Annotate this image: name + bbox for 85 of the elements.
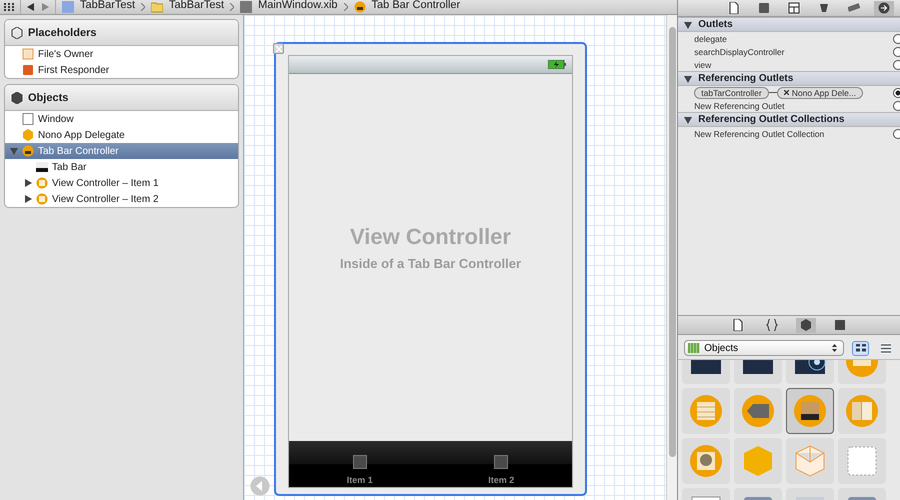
- outline-item[interactable]: Window: [5, 111, 238, 127]
- grid-icon: [856, 344, 866, 352]
- tab-controller-orb-drawing: [793, 394, 828, 428]
- tab-bar-icon: [36, 161, 48, 173]
- identity-icon: [788, 2, 800, 14]
- outline-item[interactable]: Nono App Delegate: [5, 127, 238, 143]
- library-tile[interactable]: [838, 388, 886, 434]
- connection-pill[interactable]: Nono App Dele...: [776, 86, 863, 98]
- outlet-name: New Referencing Outlet: [694, 100, 786, 110]
- library-tile[interactable]: [786, 388, 834, 434]
- view-title: View Controller: [350, 224, 511, 250]
- chevron-icon: [344, 3, 348, 11]
- library-tile[interactable]: [838, 438, 886, 484]
- outlet-name: delegate: [694, 34, 728, 44]
- connection-circle[interactable]: [893, 100, 900, 110]
- section-header[interactable]: Outlets: [678, 17, 900, 32]
- section-header[interactable]: Referencing Outlet Collections: [678, 112, 900, 127]
- outline-item[interactable]: View Controller – Item 1: [5, 175, 238, 191]
- back-arrow-icon[interactable]: [27, 3, 35, 11]
- list-icon: [880, 344, 890, 352]
- connection-circle[interactable]: [893, 34, 900, 44]
- scene-frame[interactable]: View Controller Inside of a Tab Bar Controller Item 1 Item 2: [274, 42, 587, 496]
- ruler-icon: [848, 2, 860, 14]
- blank-view-drawing: [845, 444, 880, 478]
- outlet-name: New Referencing Outlet Collection: [694, 128, 826, 138]
- disclosure-down-icon[interactable]: [684, 74, 692, 82]
- connection-circle[interactable]: [893, 46, 900, 56]
- window-icon: [22, 113, 34, 125]
- arrow-circle-icon: [878, 2, 890, 14]
- controller-icon: [36, 177, 48, 189]
- cube-outline-icon: [22, 48, 34, 60]
- forward-arrow-icon[interactable]: [41, 3, 49, 11]
- breadcrumb-item[interactable]: MainWindow.xib: [258, 0, 338, 12]
- chevron-icon: [141, 3, 146, 11]
- library-tile[interactable]: [734, 438, 782, 484]
- outline-item[interactable]: View Controller – Item 2: [5, 191, 238, 207]
- disclosure-down-icon[interactable]: [684, 116, 692, 124]
- library-tile[interactable]: [734, 388, 782, 434]
- library-tab[interactable]: [796, 318, 816, 332]
- disclosure-down-icon[interactable]: [10, 147, 18, 155]
- library-dropdown[interactable]: Objects: [684, 340, 844, 356]
- inspector-tab[interactable]: [874, 0, 894, 16]
- outline-item[interactable]: Tab Bar Controller: [5, 143, 238, 159]
- table-orb-drawing: [689, 394, 724, 428]
- outlet-name: view: [694, 60, 712, 70]
- wireframe-cube-drawing: [793, 444, 828, 478]
- tab-label[interactable]: Item 2: [488, 475, 514, 485]
- controller-icon: [22, 145, 34, 157]
- section-title: Placeholders: [28, 26, 96, 38]
- controller-icon: [36, 193, 48, 205]
- outlet-pill[interactable]: tabTarController: [694, 86, 769, 98]
- outline-item[interactable]: First Responder: [5, 62, 238, 78]
- connection-circle[interactable]: [893, 128, 900, 138]
- breadcrumb-item[interactable]: Tab Bar Controller: [372, 0, 460, 12]
- books-icon: [688, 342, 700, 354]
- connection-circle[interactable]: [893, 88, 900, 98]
- library-tile[interactable]: [682, 388, 730, 434]
- split-view-orb-drawing: [845, 394, 880, 428]
- chevron-icon: [230, 3, 234, 11]
- folder-icon: [151, 1, 164, 13]
- braces-icon: [766, 319, 778, 331]
- stepper-icon: [832, 344, 837, 352]
- connection-circle[interactable]: [893, 60, 900, 70]
- navigation-orb-drawing: [741, 394, 776, 428]
- breadcrumb-item[interactable]: TabBarTest: [169, 0, 224, 12]
- section-header[interactable]: Referencing Outlets: [678, 71, 900, 86]
- image-view-orb-drawing: [689, 444, 724, 478]
- outlet-name: searchDisplayController: [694, 46, 786, 56]
- view-subtitle: Inside of a Tab Bar Controller: [340, 256, 522, 271]
- breadcrumb-item[interactable]: TabBarTest: [80, 0, 136, 12]
- grid-view-button[interactable]: [852, 340, 869, 356]
- outline-item[interactable]: Tab Bar: [5, 159, 238, 175]
- battery-icon: [548, 60, 566, 69]
- scrollbar-thumb[interactable]: [668, 27, 676, 457]
- controller-icon: [354, 1, 366, 13]
- close-icon[interactable]: [784, 90, 789, 95]
- grid-icon[interactable]: [4, 3, 14, 11]
- section-title: Objects: [28, 92, 68, 104]
- placeholder-icon[interactable]: [494, 455, 508, 469]
- tab-label[interactable]: Item 1: [346, 475, 373, 485]
- disclosure-down-icon[interactable]: [684, 20, 692, 28]
- library-tile[interactable]: [786, 438, 834, 484]
- placeholder-icon[interactable]: [352, 455, 367, 469]
- library-tile[interactable]: [682, 438, 730, 484]
- outline-item[interactable]: File's Owner: [5, 46, 238, 62]
